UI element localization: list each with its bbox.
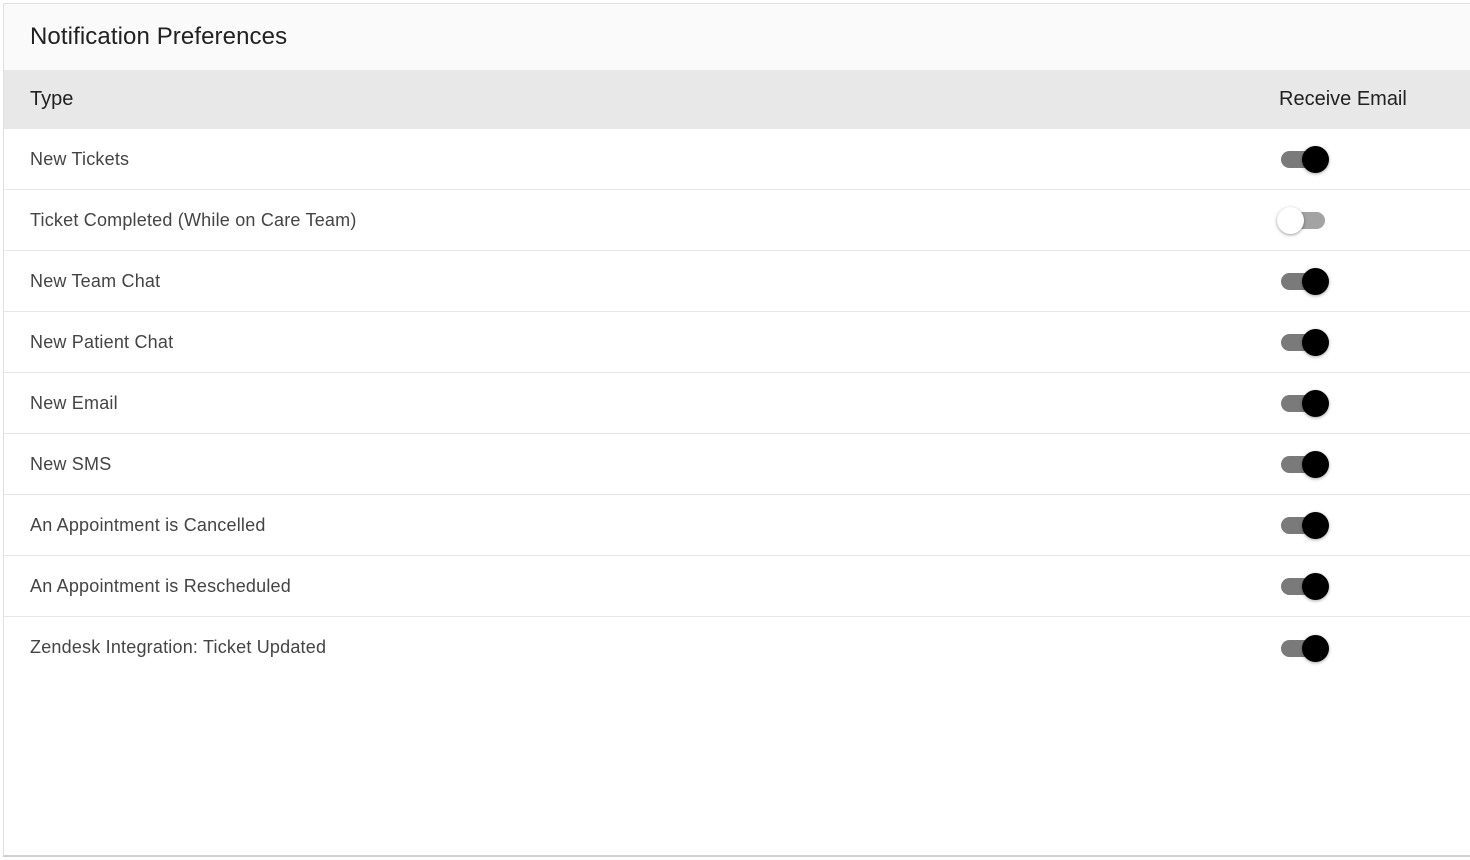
notification-preferences-card: Notification Preferences Type Receive Em… bbox=[3, 3, 1470, 857]
toggle-thumb[interactable] bbox=[1302, 329, 1329, 356]
row-label: New Patient Chat bbox=[30, 331, 174, 352]
table-row: New Team Chat bbox=[4, 251, 1470, 312]
table-row: Ticket Completed (While on Care Team) bbox=[4, 190, 1470, 251]
toggle-thumb[interactable] bbox=[1302, 268, 1329, 295]
row-label: New Email bbox=[30, 392, 118, 413]
row-label: An Appointment is Rescheduled bbox=[30, 575, 291, 596]
receive-email-toggle[interactable] bbox=[1279, 571, 1331, 601]
row-label: New Tickets bbox=[30, 148, 130, 169]
row-label: Ticket Completed (While on Care Team) bbox=[30, 209, 357, 230]
table-row: New Tickets bbox=[4, 129, 1470, 190]
receive-email-toggle[interactable] bbox=[1279, 449, 1331, 479]
table-header-row: Type Receive Email bbox=[4, 70, 1470, 129]
table-row: An Appointment is Rescheduled bbox=[4, 556, 1470, 617]
column-header-receive-email: Receive Email bbox=[1279, 88, 1407, 110]
receive-email-toggle[interactable] bbox=[1279, 633, 1331, 663]
preferences-table-body: New Tickets Ticket Completed (While on C… bbox=[4, 129, 1470, 678]
table-row: Zendesk Integration: Ticket Updated bbox=[4, 617, 1470, 678]
toggle-thumb[interactable] bbox=[1277, 207, 1304, 234]
page-title: Notification Preferences bbox=[30, 23, 288, 50]
receive-email-toggle[interactable] bbox=[1279, 510, 1331, 540]
row-label: Zendesk Integration: Ticket Updated bbox=[30, 637, 327, 657]
table-row: New SMS bbox=[4, 434, 1470, 495]
toggle-thumb[interactable] bbox=[1302, 634, 1329, 662]
receive-email-toggle[interactable] bbox=[1279, 327, 1331, 357]
toggle-thumb[interactable] bbox=[1302, 451, 1329, 478]
receive-email-toggle[interactable] bbox=[1279, 388, 1331, 418]
toggle-thumb[interactable] bbox=[1302, 146, 1329, 173]
row-label: An Appointment is Cancelled bbox=[30, 514, 266, 535]
table-row: New Email bbox=[4, 373, 1470, 434]
receive-email-toggle[interactable] bbox=[1279, 144, 1331, 174]
card-header: Notification Preferences bbox=[4, 4, 1470, 70]
toggle-thumb[interactable] bbox=[1302, 512, 1329, 539]
row-label: New SMS bbox=[30, 453, 112, 474]
receive-email-toggle[interactable] bbox=[1279, 266, 1331, 296]
table-row: New Patient Chat bbox=[4, 312, 1470, 373]
column-header-type: Type bbox=[30, 88, 74, 110]
receive-email-toggle[interactable] bbox=[1277, 205, 1331, 235]
row-label: New Team Chat bbox=[30, 270, 161, 291]
table-row: An Appointment is Cancelled bbox=[4, 495, 1470, 556]
toggle-thumb[interactable] bbox=[1302, 573, 1329, 600]
toggle-thumb[interactable] bbox=[1302, 390, 1329, 417]
